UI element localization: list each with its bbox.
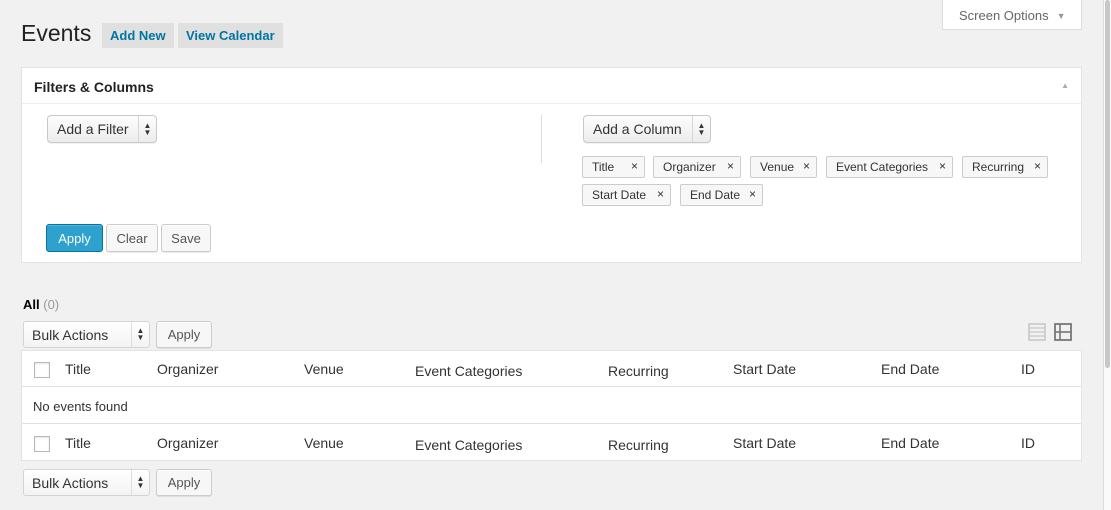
caret-down-icon: ▼ bbox=[1056, 11, 1066, 21]
col-end-date[interactable]: End Date bbox=[881, 361, 939, 377]
select-arrows-icon: ▲ ▼ bbox=[138, 116, 156, 142]
page-scrollbar[interactable] bbox=[1103, 0, 1111, 510]
table-row: No events found bbox=[22, 388, 1081, 424]
remove-icon[interactable]: × bbox=[749, 187, 756, 201]
page-title: Events bbox=[21, 20, 92, 46]
add-new-button[interactable]: Add New bbox=[102, 23, 174, 48]
chip-label: Start Date bbox=[592, 188, 647, 202]
excerpt-view-icon[interactable] bbox=[1054, 323, 1072, 341]
column-chip-end-date: End Date × bbox=[680, 184, 763, 206]
column-chip-recurring: Recurring × bbox=[962, 156, 1048, 178]
chip-label: Organizer bbox=[663, 160, 716, 174]
view-all-label: All bbox=[23, 297, 40, 312]
bulk-actions-label: Bulk Actions bbox=[32, 327, 109, 343]
bulk-apply-button-bottom[interactable]: Apply bbox=[156, 469, 212, 496]
col-event-categories-footer[interactable]: Event Categories bbox=[415, 437, 522, 453]
panel-header[interactable]: Filters & Columns ▲ bbox=[22, 68, 1081, 104]
bulk-actions-select-bottom[interactable]: Bulk Actions ▲ ▼ bbox=[23, 469, 150, 496]
col-venue-footer[interactable]: Venue bbox=[304, 435, 344, 451]
remove-icon[interactable]: × bbox=[631, 159, 638, 173]
filters-columns-panel: Filters & Columns ▲ Add a Filter ▲ ▼ Add … bbox=[21, 67, 1082, 263]
col-recurring-footer[interactable]: Recurring bbox=[608, 437, 669, 453]
events-table: Title Organizer Venue Event Categories R… bbox=[21, 350, 1082, 461]
remove-icon[interactable]: × bbox=[727, 159, 734, 173]
screen-options-tab[interactable]: Screen Options ▼ bbox=[942, 0, 1082, 30]
column-chip-event-categories: Event Categories × bbox=[826, 156, 953, 178]
select-arrows-icon: ▲ ▼ bbox=[131, 470, 149, 495]
panel-title: Filters & Columns bbox=[34, 79, 154, 95]
col-recurring[interactable]: Recurring bbox=[608, 363, 669, 379]
col-event-categories[interactable]: Event Categories bbox=[415, 363, 522, 379]
remove-icon[interactable]: × bbox=[1034, 159, 1041, 173]
chip-label: Recurring bbox=[972, 160, 1025, 174]
add-column-select[interactable]: Add a Column ▲ ▼ bbox=[583, 115, 711, 143]
remove-icon[interactable]: × bbox=[657, 187, 664, 201]
chip-label: Venue bbox=[760, 160, 795, 174]
column-chip-venue: Venue × bbox=[750, 156, 817, 178]
collapse-arrow-icon[interactable]: ▲ bbox=[1061, 81, 1069, 90]
add-column-label: Add a Column bbox=[593, 121, 682, 137]
select-all-checkbox[interactable] bbox=[34, 362, 50, 378]
chip-label: End Date bbox=[690, 188, 741, 202]
table-footer-row: Title Organizer Venue Event Categories R… bbox=[22, 425, 1081, 461]
scrollbar-thumb[interactable] bbox=[1105, 0, 1110, 368]
col-organizer[interactable]: Organizer bbox=[157, 361, 218, 377]
chip-label: Event Categories bbox=[836, 160, 929, 174]
view-calendar-button[interactable]: View Calendar bbox=[178, 23, 283, 48]
col-title[interactable]: Title bbox=[65, 361, 91, 377]
view-filter-all[interactable]: All (0) bbox=[23, 297, 59, 312]
col-start-date-footer[interactable]: Start Date bbox=[733, 435, 796, 451]
column-chip-title: Title × bbox=[582, 156, 645, 178]
select-all-checkbox-footer[interactable] bbox=[34, 436, 50, 452]
select-arrows-icon: ▲ ▼ bbox=[131, 322, 149, 347]
remove-icon[interactable]: × bbox=[939, 159, 946, 173]
view-all-count: (0) bbox=[43, 297, 60, 312]
empty-message: No events found bbox=[33, 399, 128, 414]
clear-filters-button[interactable]: Clear bbox=[106, 224, 158, 252]
save-filters-button[interactable]: Save bbox=[161, 224, 211, 252]
col-id[interactable]: ID bbox=[1021, 361, 1035, 377]
remove-icon[interactable]: × bbox=[803, 159, 810, 173]
col-title-footer[interactable]: Title bbox=[65, 435, 91, 451]
table-header-row: Title Organizer Venue Event Categories R… bbox=[22, 351, 1081, 387]
col-start-date[interactable]: Start Date bbox=[733, 361, 796, 377]
list-view-icon[interactable] bbox=[1028, 323, 1046, 341]
add-filter-label: Add a Filter bbox=[57, 121, 129, 137]
panel-divider bbox=[541, 115, 542, 163]
column-chip-organizer: Organizer × bbox=[653, 156, 741, 178]
col-venue[interactable]: Venue bbox=[304, 361, 344, 377]
column-chip-start-date: Start Date × bbox=[582, 184, 671, 206]
select-arrows-icon: ▲ ▼ bbox=[692, 116, 710, 142]
bulk-actions-label: Bulk Actions bbox=[32, 475, 109, 491]
screen-options-label: Screen Options bbox=[959, 8, 1049, 23]
col-organizer-footer[interactable]: Organizer bbox=[157, 435, 218, 451]
apply-filters-button[interactable]: Apply bbox=[46, 224, 103, 252]
bulk-actions-select-top[interactable]: Bulk Actions ▲ ▼ bbox=[23, 321, 150, 348]
add-filter-select[interactable]: Add a Filter ▲ ▼ bbox=[47, 115, 157, 143]
bulk-apply-button-top[interactable]: Apply bbox=[156, 321, 212, 348]
col-id-footer[interactable]: ID bbox=[1021, 435, 1035, 451]
chip-label: Title bbox=[592, 160, 615, 174]
col-end-date-footer[interactable]: End Date bbox=[881, 435, 939, 451]
